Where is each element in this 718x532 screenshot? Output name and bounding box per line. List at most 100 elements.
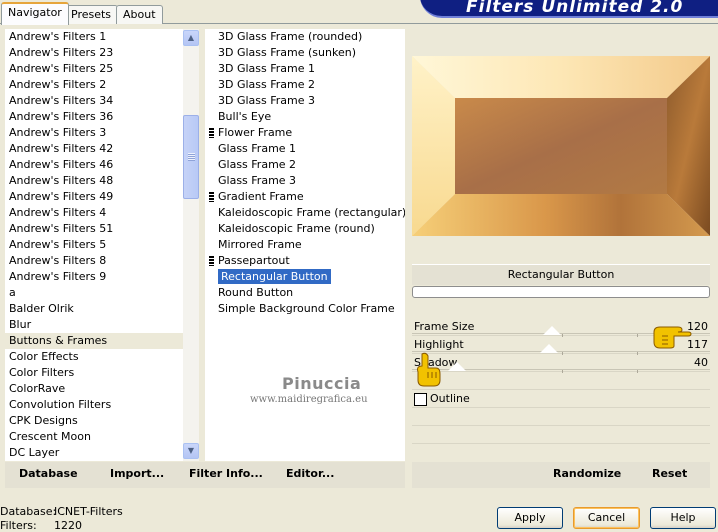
filter-item-label: 3D Glass Frame 2 bbox=[218, 78, 316, 91]
filter-item-label: 3D Glass Frame (sunken) bbox=[218, 46, 356, 59]
category-item[interactable]: Color Filters bbox=[5, 365, 183, 381]
filter-item-label: Glass Frame 3 bbox=[218, 174, 297, 187]
category-item[interactable]: Andrew's Filters 42 bbox=[5, 141, 183, 157]
editor-button[interactable]: Editor... bbox=[286, 467, 334, 480]
filter-group-item[interactable]: Gradient Frame bbox=[205, 189, 405, 205]
filter-item-label: Bull's Eye bbox=[218, 110, 272, 123]
tab-navigator[interactable]: Navigator bbox=[1, 2, 69, 25]
category-item[interactable]: Andrew's Filters 34 bbox=[5, 93, 183, 109]
filter-item[interactable]: Round Button bbox=[205, 285, 405, 301]
category-item[interactable]: Buttons & Frames bbox=[5, 333, 183, 349]
category-item[interactable]: Andrew's Filters 48 bbox=[5, 173, 183, 189]
category-item[interactable]: ColorRave bbox=[5, 381, 183, 397]
param-row-bg bbox=[412, 372, 710, 390]
scroll-up-icon[interactable]: ▲ bbox=[183, 30, 199, 46]
category-item[interactable]: Andrew's Filters 9 bbox=[5, 269, 183, 285]
scroll-thumb[interactable] bbox=[183, 115, 199, 199]
category-item[interactable]: Andrew's Filters 3 bbox=[5, 125, 183, 141]
tab-presets[interactable]: Presets bbox=[64, 5, 119, 24]
filter-item-label: 3D Glass Frame 1 bbox=[218, 62, 316, 75]
filter-item[interactable]: Glass Frame 3 bbox=[205, 173, 405, 189]
category-item[interactable]: Balder Olrik bbox=[5, 301, 183, 317]
category-item[interactable]: Andrew's Filters 23 bbox=[5, 45, 183, 61]
scroll-down-icon[interactable]: ▼ bbox=[183, 443, 199, 459]
category-item[interactable]: Andrew's Filters 4 bbox=[5, 205, 183, 221]
highlight-label: Highlight bbox=[414, 338, 464, 351]
app-title: Filters Unlimited 2.0 bbox=[466, 0, 684, 17]
filter-item[interactable]: Bull's Eye bbox=[205, 109, 405, 125]
filter-item-label: 3D Glass Frame (rounded) bbox=[218, 30, 363, 43]
category-item[interactable]: Andrew's Filters 51 bbox=[5, 221, 183, 237]
filter-item-label: Mirrored Frame bbox=[218, 238, 302, 251]
slider-thumb[interactable] bbox=[543, 326, 562, 335]
category-item[interactable]: Color Effects bbox=[5, 349, 183, 365]
status-filters-key: Filters: bbox=[0, 519, 37, 532]
filter-item-label: Flower Frame bbox=[218, 126, 293, 139]
progress-bar bbox=[412, 286, 710, 298]
status-database-value: ICNET-Filters bbox=[54, 505, 123, 518]
filter-item[interactable]: Glass Frame 1 bbox=[205, 141, 405, 157]
filter-item[interactable]: 3D Glass Frame (sunken) bbox=[205, 45, 405, 61]
shadow-slider[interactable]: Shadow 40 bbox=[412, 355, 710, 373]
filter-item[interactable]: 3D Glass Frame (rounded) bbox=[205, 29, 405, 45]
filter-item[interactable]: Kaleidoscopic Frame (rectangular) bbox=[205, 205, 405, 221]
category-item[interactable]: Andrew's Filters 2 bbox=[5, 77, 183, 93]
category-item[interactable]: a bbox=[5, 285, 183, 301]
database-button[interactable]: Database bbox=[19, 467, 78, 480]
filter-info-button[interactable]: Filter Info... bbox=[189, 467, 263, 480]
category-item[interactable]: Andrew's Filters 1 bbox=[5, 29, 183, 45]
filter-group-item[interactable]: Flower Frame bbox=[205, 125, 405, 141]
status-database-key: Database: bbox=[0, 505, 57, 518]
filter-item[interactable]: Glass Frame 2 bbox=[205, 157, 405, 173]
filter-group-item[interactable]: Passepartout bbox=[205, 253, 405, 269]
filter-item[interactable]: Simple Background Color Frame bbox=[205, 301, 405, 317]
category-item[interactable]: Andrew's Filters 25 bbox=[5, 61, 183, 77]
filter-item[interactable]: 3D Glass Frame 3 bbox=[205, 93, 405, 109]
filter-item[interactable]: 3D Glass Frame 1 bbox=[205, 61, 405, 77]
outline-checkbox[interactable] bbox=[414, 393, 427, 406]
pointing-hand-icon bbox=[653, 326, 692, 349]
pointing-hand-icon bbox=[417, 352, 441, 387]
filter-item-label: Glass Frame 1 bbox=[218, 142, 297, 155]
slider-track bbox=[412, 351, 710, 352]
preview-caption: Rectangular Button bbox=[412, 264, 710, 285]
filter-item-label: Kaleidoscopic Frame (rectangular) bbox=[218, 206, 405, 219]
slider-thumb[interactable] bbox=[540, 344, 559, 353]
category-item[interactable]: Andrew's Filters 46 bbox=[5, 157, 183, 173]
watermark-url: www.maidiregrafica.eu bbox=[250, 394, 368, 405]
category-item[interactable]: Andrew's Filters 5 bbox=[5, 237, 183, 253]
cancel-button[interactable]: Cancel bbox=[573, 507, 640, 529]
filter-item[interactable]: Mirrored Frame bbox=[205, 237, 405, 253]
category-item[interactable]: CPK Designs bbox=[5, 413, 183, 429]
category-scrollbar[interactable]: ▲ ▼ bbox=[183, 29, 199, 461]
slider-tick bbox=[562, 370, 563, 373]
category-item[interactable]: DC Layer bbox=[5, 445, 183, 461]
help-button[interactable]: Help bbox=[650, 507, 716, 529]
randomize-button[interactable]: Randomize bbox=[553, 467, 621, 480]
filter-item-label: Round Button bbox=[218, 286, 294, 299]
shadow-value: 40 bbox=[694, 356, 708, 369]
category-item[interactable]: Crescent Moon bbox=[5, 429, 183, 445]
filter-item-label: Rectangular Button bbox=[218, 269, 331, 284]
reset-button[interactable]: Reset bbox=[652, 467, 687, 480]
filter-item[interactable]: 3D Glass Frame 2 bbox=[205, 77, 405, 93]
filter-preview bbox=[412, 56, 710, 236]
outline-label: Outline bbox=[430, 392, 470, 405]
filter-item[interactable]: Kaleidoscopic Frame (round) bbox=[205, 221, 405, 237]
category-item[interactable]: Convolution Filters bbox=[5, 397, 183, 413]
filter-item[interactable]: Rectangular Button bbox=[205, 269, 405, 285]
slider-thumb[interactable] bbox=[447, 362, 466, 371]
category-item[interactable]: Blur bbox=[5, 317, 183, 333]
category-item[interactable]: Andrew's Filters 8 bbox=[5, 253, 183, 269]
filter-item-label: Simple Background Color Frame bbox=[218, 302, 395, 315]
filter-item-label: Gradient Frame bbox=[218, 190, 304, 203]
tab-about[interactable]: About bbox=[116, 5, 163, 24]
apply-button[interactable]: Apply bbox=[497, 507, 563, 529]
category-item[interactable]: Andrew's Filters 36 bbox=[5, 109, 183, 125]
status-filters-value: 1220 bbox=[54, 519, 82, 532]
filter-item-label: Glass Frame 2 bbox=[218, 158, 297, 171]
filter-item-label: Passepartout bbox=[218, 254, 290, 267]
import-button[interactable]: Import... bbox=[110, 467, 164, 480]
category-list[interactable]: Andrew's Filters 1 Andrew's Filters 23 And… bbox=[5, 29, 183, 461]
category-item[interactable]: Andrew's Filters 49 bbox=[5, 189, 183, 205]
